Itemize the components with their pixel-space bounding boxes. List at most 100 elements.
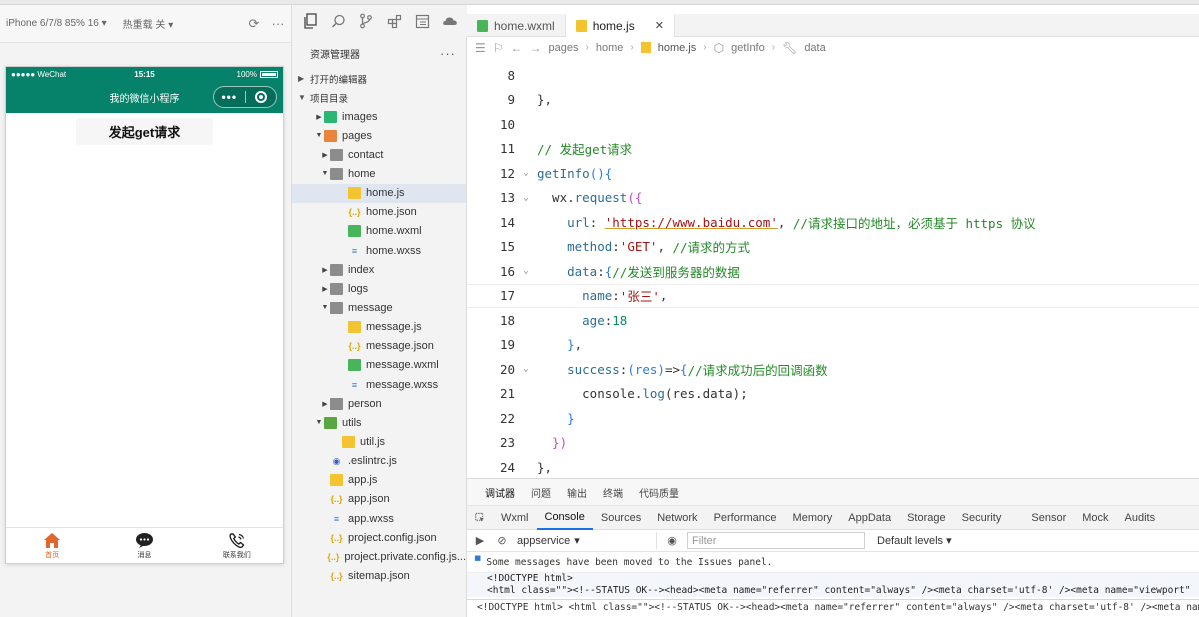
panel-tab-audits[interactable]: Audits — [1117, 506, 1164, 530]
code-line[interactable]: 13 ⌄ wx. request({ — [467, 186, 1199, 211]
tree-item[interactable]: ▼ utils — [292, 413, 466, 432]
filter-input[interactable]: Filter — [687, 532, 865, 549]
search-icon[interactable] — [324, 7, 352, 35]
levels-dropdown[interactable]: Default levels ▾ — [877, 534, 952, 547]
layout-icon[interactable] — [408, 7, 436, 35]
capsule-close-button[interactable] — [246, 91, 277, 103]
chevron-down-icon[interactable]: ▼ — [314, 419, 324, 426]
panel-tab-sources[interactable]: Sources — [593, 506, 649, 530]
chevron-right-icon[interactable]: ▶ — [320, 266, 330, 274]
tree-item[interactable]: message.wxml — [292, 356, 466, 375]
code-line[interactable]: 16 ⌄ data:{//发送到服务器的数据 — [467, 259, 1199, 284]
panel-tab-performance[interactable]: Performance — [706, 506, 785, 530]
tree-item[interactable]: {..} project.private.config.js... — [292, 547, 466, 566]
devtools-top-tab[interactable]: 输出 — [567, 485, 587, 500]
chevron-right-icon[interactable]: ▶ — [320, 285, 330, 293]
section-project[interactable]: ▼ 项目目录 — [292, 88, 466, 107]
code-line[interactable]: 22 } — [467, 406, 1199, 431]
devtools-top-tab[interactable]: 终端 — [603, 485, 623, 500]
code-line[interactable]: 14 url: 'https://www.baidu.com', //请求接口的… — [467, 210, 1199, 235]
tree-item[interactable]: ◉ .eslintrc.js — [292, 452, 466, 471]
tree-item[interactable]: ▼ home — [292, 164, 466, 183]
panel-tab-security[interactable]: Security — [954, 506, 1010, 530]
code-line[interactable]: 11 // 发起get请求 — [467, 137, 1199, 162]
tree-item[interactable]: {..} sitemap.json — [292, 566, 466, 585]
tab-home[interactable]: 首页 — [6, 528, 98, 563]
tree-item[interactable]: ▶ index — [292, 260, 466, 279]
chevron-down-icon[interactable]: ▼ — [320, 304, 330, 311]
refresh-icon[interactable]: ⟳ — [247, 16, 261, 31]
tree-item[interactable]: ▼ message — [292, 298, 466, 317]
explorer-more-button[interactable]: ··· — [440, 46, 456, 61]
context-select[interactable]: appservice ▾ — [517, 532, 657, 549]
hot-reload-toggle[interactable]: 热重载 关 ▾ — [123, 16, 174, 31]
bookmark-icon[interactable]: ⚐ — [493, 41, 504, 55]
tab-message[interactable]: 消息 — [98, 528, 190, 563]
chevron-right-icon[interactable]: ▶ — [320, 151, 330, 159]
tab-home-js[interactable]: home.js ✕ — [565, 14, 675, 37]
code-line[interactable]: 9}, — [467, 88, 1199, 113]
code-line[interactable]: 17 name: '张三', — [467, 283, 1199, 308]
chevron-right-icon[interactable]: ▶ — [320, 400, 330, 408]
breadcrumb-method[interactable]: getInfo — [731, 42, 765, 54]
tree-item[interactable]: home.wxml — [292, 222, 466, 241]
code-line[interactable]: 18 age:18 — [467, 308, 1199, 333]
console-log-entry-2[interactable]: <!DOCTYPE html> <html class=""><!--STATU… — [467, 599, 1199, 615]
forward-arrow-icon[interactable]: → — [530, 41, 542, 55]
breadcrumb-home[interactable]: home — [596, 42, 624, 54]
tab-contact[interactable]: 联系我们 — [191, 528, 283, 563]
tree-item[interactable]: {..} project.config.json — [292, 528, 466, 547]
chevron-down-icon[interactable]: ▼ — [320, 170, 330, 177]
tab-home-wxml[interactable]: home.wxml — [467, 14, 566, 37]
code-line[interactable]: 21 console. log (res.data); — [467, 382, 1199, 407]
code-line[interactable]: 20 ⌄ success: (res) =>{//请求成功后的回调函数 — [467, 357, 1199, 382]
fold-chevron-icon[interactable]: ⌄ — [515, 193, 537, 203]
tree-item[interactable]: ▶ contact — [292, 145, 466, 164]
device-select[interactable]: iPhone 6/7/8 85% 16 ▾ — [6, 18, 107, 29]
tree-item[interactable]: app.js — [292, 471, 466, 490]
panel-tab-storage[interactable]: Storage — [899, 506, 954, 530]
clear-console-icon[interactable]: ⊘ — [495, 534, 509, 547]
code-line[interactable]: 24}, — [467, 455, 1199, 478]
files-icon[interactable] — [296, 7, 324, 35]
breadcrumb-pages[interactable]: pages — [549, 42, 579, 54]
sidebar-toggle-icon[interactable]: ▶ — [473, 534, 487, 547]
get-request-button[interactable]: 发起get请求 — [76, 118, 213, 145]
console-log-entry[interactable]: <!DOCTYPE html> <html class=""><!--STATU… — [467, 573, 1199, 597]
breadcrumb-file[interactable]: home.js — [658, 42, 697, 54]
tree-item[interactable]: ▶ images — [292, 107, 466, 126]
capsule-more-button[interactable]: ••• — [214, 90, 245, 104]
code-line[interactable]: 19 }, — [467, 333, 1199, 358]
panel-tab-wxml[interactable]: Wxml — [493, 506, 537, 530]
code-line[interactable]: 15 method: 'GET', //请求的方式 — [467, 235, 1199, 260]
chevron-right-icon[interactable]: ▶ — [314, 113, 324, 121]
tree-item[interactable]: ≡ app.wxss — [292, 509, 466, 528]
tree-item[interactable]: {..} app.json — [292, 490, 466, 509]
list-icon[interactable]: ☰ — [475, 41, 486, 55]
eye-icon[interactable]: ◉ — [665, 534, 679, 547]
devtools-top-tab[interactable]: 问题 — [531, 485, 551, 500]
panel-tab-network[interactable]: Network — [649, 506, 705, 530]
tree-item[interactable]: ≡ home.wxss — [292, 241, 466, 260]
panel-tab-appdata[interactable]: AppData — [840, 506, 899, 530]
tree-item[interactable]: {..} message.json — [292, 337, 466, 356]
code-line[interactable]: 8 — [467, 63, 1199, 88]
code-line[interactable]: 23 }) — [467, 431, 1199, 456]
breadcrumb-property[interactable]: data — [804, 42, 825, 54]
extensions-icon[interactable] — [380, 7, 408, 35]
section-open-editors[interactable]: ▶ 打开的编辑器 — [292, 69, 466, 88]
tree-item[interactable]: ▶ logs — [292, 279, 466, 298]
inspect-element-icon[interactable] — [467, 506, 493, 530]
source-control-icon[interactable] — [352, 7, 380, 35]
code-line[interactable]: 12 ⌄ getInfo(){ — [467, 161, 1199, 186]
tree-item[interactable]: ▶ person — [292, 394, 466, 413]
panel-tab-mock[interactable]: Mock — [1074, 506, 1116, 530]
code-editor[interactable]: 8 9}, 10 11// 发起get请求 12 ⌄ getInfo(){13 ⌄ wx. re… — [467, 58, 1199, 478]
cloud-icon[interactable] — [436, 7, 464, 35]
panel-tab-console[interactable]: Console — [536, 506, 593, 530]
tree-item[interactable]: {..} home.json — [292, 203, 466, 222]
panel-tab-memory[interactable]: Memory — [785, 506, 841, 530]
close-icon[interactable]: ✕ — [655, 19, 664, 32]
tree-item[interactable]: ▼ pages — [292, 126, 466, 145]
devtools-top-tab[interactable]: 代码质量 — [639, 485, 679, 500]
